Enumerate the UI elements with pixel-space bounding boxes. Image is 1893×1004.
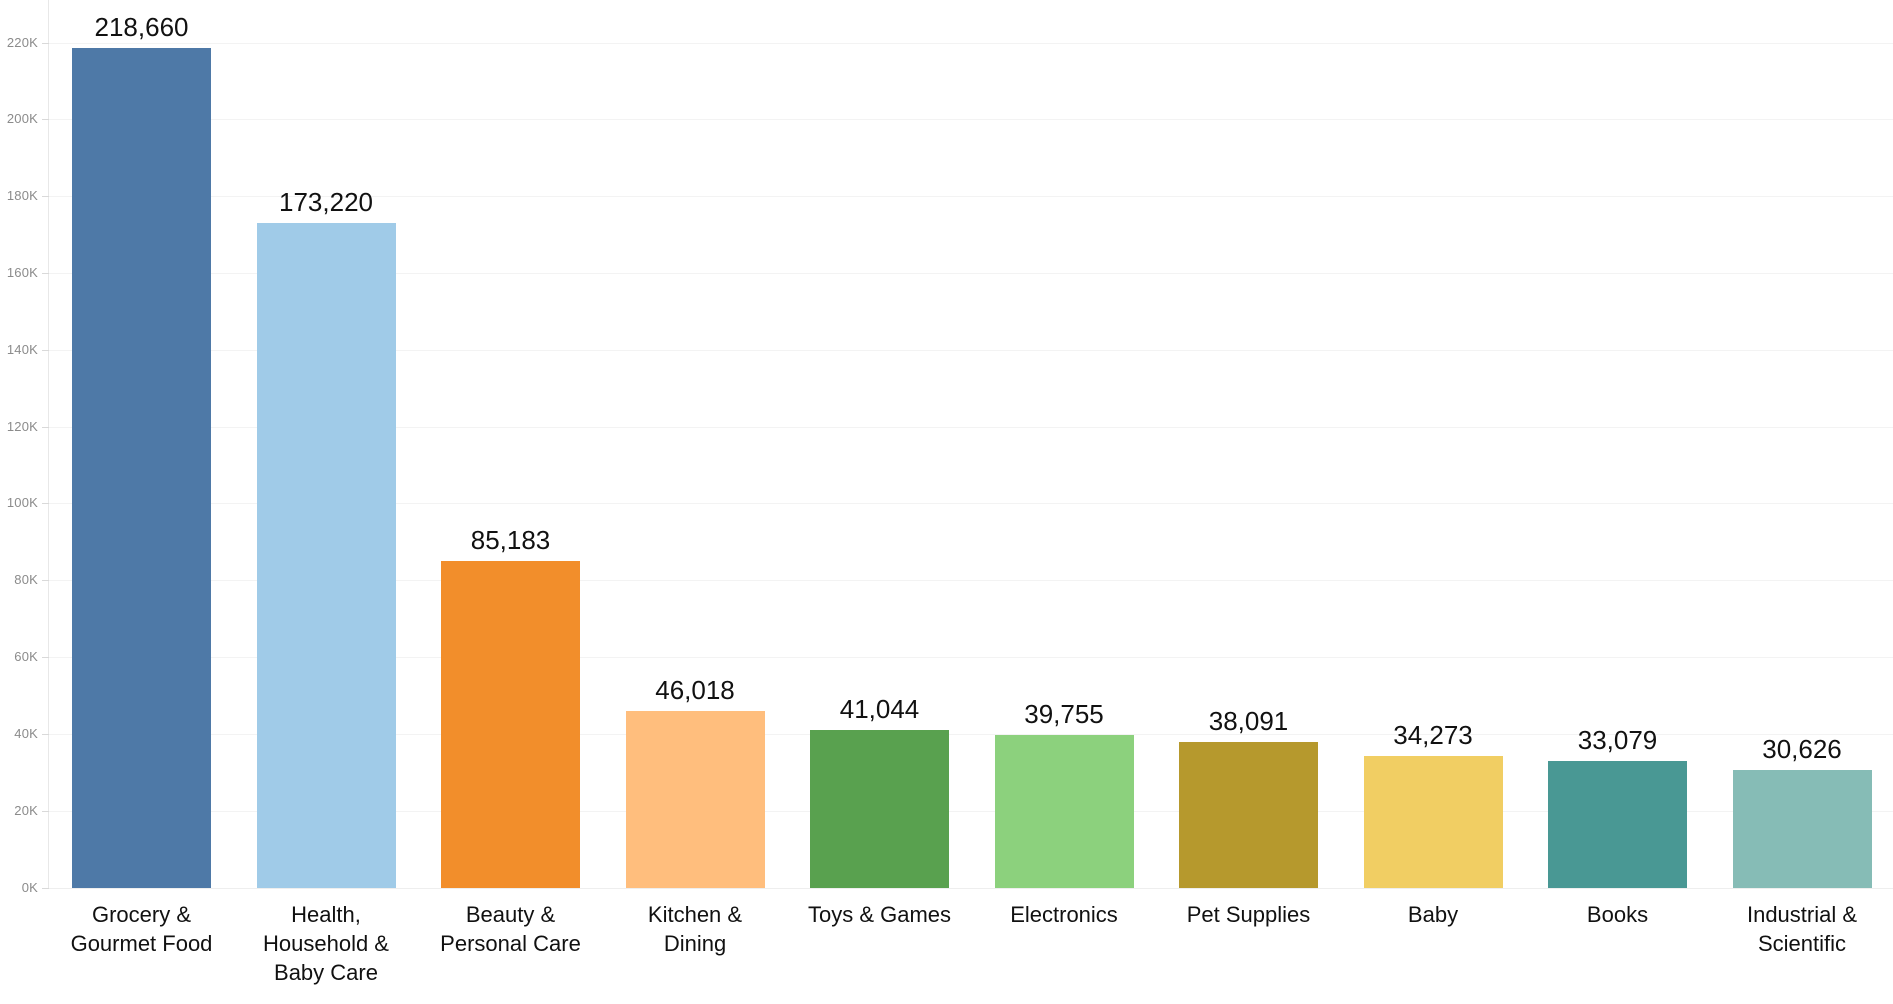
bar[interactable] — [441, 560, 580, 888]
y-axis-tick-mark — [42, 887, 49, 889]
y-axis-tick-label: 80K — [14, 572, 38, 588]
y-axis-tick: 200K — [0, 111, 49, 126]
y-axis-tick-label: 20K — [14, 802, 38, 818]
bar-value-label: 218,660 — [94, 12, 189, 43]
bar-group[interactable]: 173,220 — [256, 183, 396, 888]
x-axis-category-label: Kitchen & Dining — [647, 902, 743, 956]
bar[interactable] — [1179, 741, 1318, 888]
y-axis-tick-mark — [42, 272, 49, 274]
y-axis-tick-mark — [42, 733, 49, 735]
y-axis-tick-mark — [42, 196, 49, 198]
bar-value-label: 85,183 — [470, 524, 551, 555]
bar-group[interactable]: 34,273 — [1363, 716, 1503, 888]
bar[interactable] — [1363, 756, 1503, 888]
y-axis-tick: 220K — [0, 35, 49, 50]
bar-group[interactable]: 46,018 — [625, 671, 765, 888]
x-axis-category-label: Beauty & Personal Care — [440, 902, 581, 956]
y-axis-tick-label: 220K — [6, 34, 38, 50]
bar-value-label: 46,018 — [655, 675, 735, 706]
y-axis-tick-label: 160K — [6, 264, 38, 280]
y-axis-tick-mark — [42, 426, 49, 428]
bar-value-label: 173,220 — [279, 186, 373, 217]
y-axis-tick: 20K — [0, 803, 49, 818]
bar[interactable] — [1548, 760, 1687, 888]
bar-value-label: 39,755 — [1024, 699, 1104, 730]
y-axis-tick-label: 180K — [6, 188, 38, 204]
y-axis-tick-label: 60K — [14, 649, 38, 665]
x-axis-category-label: Toys & Games — [807, 902, 952, 927]
y-axis-tick: 0K — [0, 880, 49, 895]
y-axis-tick: 180K — [0, 188, 49, 203]
y-axis-tick-mark — [42, 119, 49, 121]
y-axis-tick-label: 120K — [6, 418, 38, 434]
bar[interactable] — [1732, 770, 1872, 888]
y-axis-tick: 140K — [0, 342, 49, 357]
x-axis-category-label: Grocery & Gourmet Food — [70, 902, 213, 956]
y-axis-tick-mark — [42, 349, 49, 351]
bar-group[interactable]: 41,044 — [810, 690, 949, 888]
y-axis-tick-label: 40K — [14, 725, 38, 741]
y-axis-tick-label: 140K — [6, 341, 38, 357]
x-axis-category-label: Books — [1586, 902, 1649, 927]
x-axis-category-label: Baby — [1407, 902, 1459, 927]
x-axis-category-label: Electronics — [1010, 902, 1118, 927]
bar[interactable] — [625, 711, 765, 888]
bar-group[interactable]: 85,183 — [441, 521, 580, 888]
x-axis-category-label: Industrial & Scientific — [1746, 902, 1858, 956]
y-axis-tick-mark — [42, 657, 49, 659]
plot-area: 218,660 173,220 85,183 46,018 41,044 39,755 38… — [49, 0, 1893, 888]
y-axis-tick: 100K — [0, 495, 49, 510]
y-axis-tick-mark — [42, 42, 49, 44]
bar[interactable] — [256, 222, 396, 888]
x-axis-category-label: Health, Household & Baby Care — [263, 902, 389, 985]
y-axis-tick-label: 0K — [21, 879, 38, 895]
y-axis-tick-mark — [42, 503, 49, 505]
bar-chart: 0K 20K 40K 60K 80K 100K 120K 140K 160K 180K 200K 22… — [0, 0, 1893, 1004]
bar-group[interactable]: 38,091 — [1179, 702, 1318, 888]
bar-value-label: 41,044 — [839, 694, 920, 725]
y-axis-tick: 120K — [0, 419, 49, 434]
bar-group[interactable]: 33,079 — [1548, 721, 1687, 888]
y-axis-tick-mark — [42, 580, 49, 582]
y-axis-tick-label: 200K — [6, 111, 38, 127]
y-axis-tick: 60K — [0, 649, 49, 664]
y-axis-tick-label: 100K — [6, 495, 38, 511]
y-axis-tick: 80K — [0, 572, 49, 587]
y-axis-tick-mark — [42, 810, 49, 812]
x-axis-label-layer: Grocery & Gourmet Food Health, Household … — [49, 890, 1893, 1004]
bar-group[interactable]: 30,626 — [1732, 730, 1872, 888]
bar-value-label: 34,273 — [1393, 720, 1473, 751]
bar-value-label: 38,091 — [1208, 705, 1289, 736]
bar-group[interactable]: 39,755 — [994, 695, 1134, 888]
y-axis-tick: 160K — [0, 265, 49, 280]
bar[interactable] — [810, 730, 949, 888]
bar[interactable] — [994, 735, 1134, 888]
y-axis-tick: 40K — [0, 726, 49, 741]
bar-group[interactable]: 218,660 — [72, 8, 211, 888]
bar-value-label: 33,079 — [1577, 724, 1658, 755]
bar[interactable] — [72, 48, 211, 888]
bar-value-label: 30,626 — [1762, 734, 1842, 765]
x-axis-category-label: Pet Supplies — [1186, 902, 1311, 927]
